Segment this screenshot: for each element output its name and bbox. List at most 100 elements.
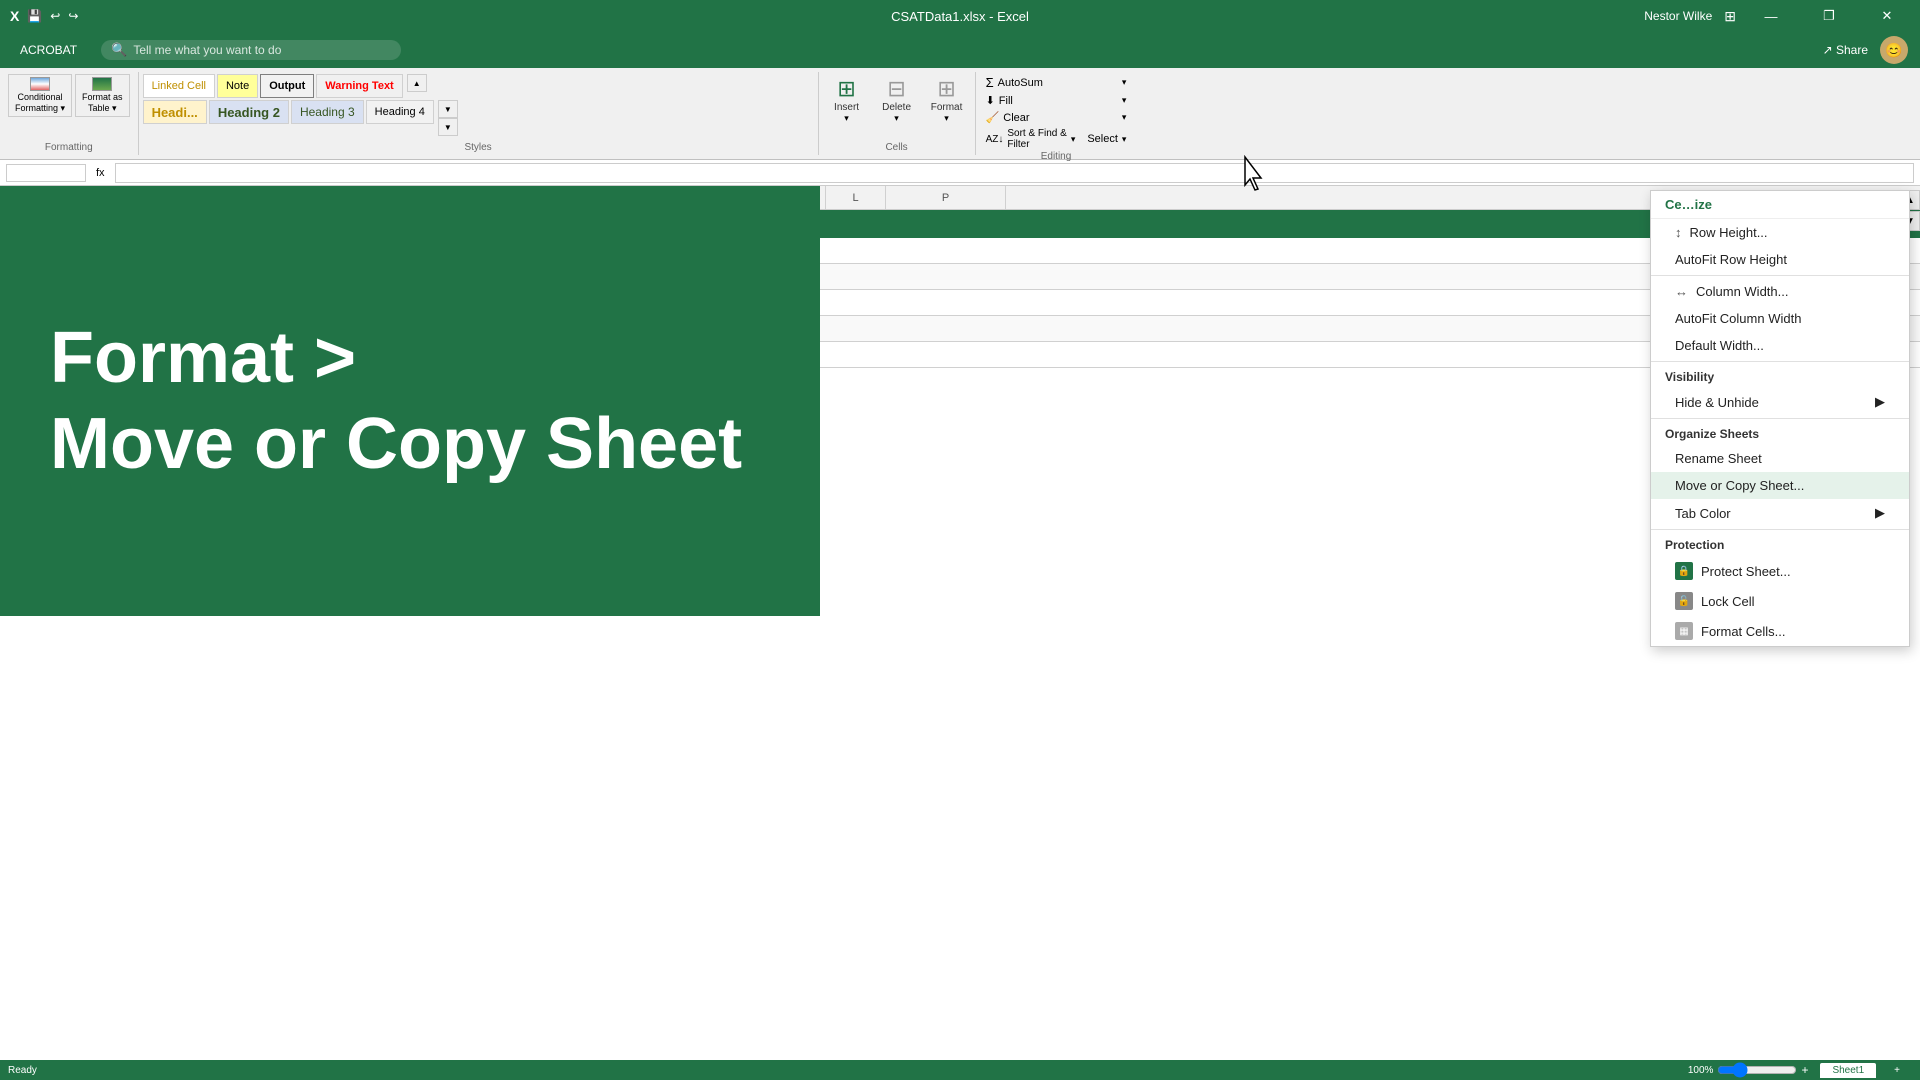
status-bar: Ready 100% + Sheet1 + bbox=[0, 1060, 1920, 1080]
scroll-up-arrow[interactable]: ▲ bbox=[407, 74, 427, 92]
format-button[interactable]: ⊞ Format ▾ bbox=[925, 74, 969, 126]
editing-group: Σ AutoSum ▾ ⬇ Fill ▾ 🧹 Clear ▾ AZ↓ Sort … bbox=[976, 72, 1137, 155]
zoom-slider[interactable] bbox=[1717, 1062, 1797, 1078]
ribbon-display-icon[interactable]: ⊞ bbox=[1724, 8, 1736, 25]
format-dropdown: Ce…ize ↕ Row Height... AutoFit Row Heigh… bbox=[1650, 190, 1910, 647]
zoom-level: 100% bbox=[1688, 1065, 1714, 1076]
conditional-formatting-button[interactable]: Conditional Formatting ▾ bbox=[8, 74, 72, 117]
linked-cell-style[interactable]: Linked Cell bbox=[143, 74, 215, 98]
protection-section: Protection bbox=[1651, 532, 1909, 556]
user-area: Nestor Wilke ⊞ — ❐ ✕ bbox=[1644, 0, 1910, 32]
visibility-section: Visibility bbox=[1651, 364, 1909, 388]
default-width-item[interactable]: Default Width... bbox=[1651, 332, 1909, 359]
delete-button[interactable]: ⊟ Delete ▾ bbox=[875, 74, 919, 126]
title-bar-left: X 💾 ↩ ↪ bbox=[10, 8, 78, 24]
warning-style[interactable]: Warning Text bbox=[316, 74, 402, 98]
title-bar-title: CSATData1.xlsx - Excel bbox=[891, 9, 1029, 24]
note-style[interactable]: Note bbox=[217, 74, 258, 98]
scroll-down-arrow[interactable]: ▼ bbox=[438, 100, 458, 118]
zoom-in-icon[interactable]: + bbox=[1801, 1063, 1808, 1077]
name-box[interactable] bbox=[6, 164, 86, 182]
divider-1 bbox=[1651, 275, 1909, 276]
lock-cell-item[interactable]: 🔓 Lock Cell bbox=[1651, 586, 1909, 616]
col-header-l: L bbox=[826, 186, 886, 209]
search-icon: 🔍 bbox=[111, 42, 127, 58]
tab-color-item[interactable]: Tab Color ▶ bbox=[1651, 499, 1909, 527]
menu-acrobat[interactable]: ACROBAT bbox=[12, 39, 85, 61]
tutorial-line1: Format > bbox=[50, 315, 770, 401]
main-content: Format > Move or Copy Sheet B C D E F G … bbox=[0, 186, 1920, 1060]
search-input[interactable]: Tell me what you want to do bbox=[133, 43, 281, 57]
title-bar: X 💾 ↩ ↪ CSATData1.xlsx - Excel Nestor Wi… bbox=[0, 0, 1920, 32]
format-cells-item[interactable]: ▦ Format Cells... bbox=[1651, 616, 1909, 646]
search-bar: ACROBAT 🔍 Tell me what you want to do ↗ … bbox=[0, 32, 1920, 68]
row-height-item[interactable]: ↕ Row Height... bbox=[1651, 219, 1909, 246]
organize-sheets-section: Organize Sheets bbox=[1651, 421, 1909, 445]
sheet-tabs: Sheet1 + bbox=[1820, 1063, 1912, 1078]
divider-3 bbox=[1651, 418, 1909, 419]
protect-sheet-icon: 🔒 bbox=[1675, 562, 1693, 580]
heading1-style[interactable]: Headi... bbox=[143, 100, 207, 124]
undo-icon[interactable]: ↩ bbox=[50, 9, 60, 23]
rename-sheet-item[interactable]: Rename Sheet bbox=[1651, 445, 1909, 472]
editing-group-label: Editing bbox=[982, 151, 1131, 162]
close-button[interactable]: ✕ bbox=[1864, 0, 1910, 32]
format-cells-icon: ▦ bbox=[1675, 622, 1693, 640]
ready-status: Ready bbox=[8, 1065, 37, 1076]
add-sheet-button[interactable]: + bbox=[1882, 1063, 1912, 1078]
scroll-more-arrow[interactable]: ▼ bbox=[438, 118, 458, 136]
col-header-p: P bbox=[886, 186, 1006, 209]
formatting-group: Conditional Formatting ▾ Format as Table… bbox=[0, 72, 139, 155]
formula-function-icon[interactable]: fx bbox=[92, 167, 109, 179]
autosum-button[interactable]: Σ AutoSum ▾ bbox=[982, 74, 1131, 91]
cells-buttons: ⊞ Insert ▾ ⊟ Delete ▾ ⊞ Format ▾ bbox=[825, 74, 969, 126]
autofit-column-width-item[interactable]: AutoFit Column Width bbox=[1651, 305, 1909, 332]
divider-4 bbox=[1651, 529, 1909, 530]
restore-button[interactable]: ❐ bbox=[1806, 0, 1852, 32]
redo-icon[interactable]: ↪ bbox=[68, 9, 78, 23]
sheet-tab-active[interactable]: Sheet1 bbox=[1820, 1063, 1876, 1078]
formatting-buttons: Conditional Formatting ▾ Format as Table… bbox=[8, 74, 130, 117]
sort-find-group: AZ↓ Sort & Find &Filter ▾ Select ▾ bbox=[982, 127, 1131, 151]
formula-bar: fx bbox=[0, 160, 1920, 186]
divider-2 bbox=[1651, 361, 1909, 362]
insert-button[interactable]: ⊞ Insert ▾ bbox=[825, 74, 869, 126]
hide-unhide-item[interactable]: Hide & Unhide ▶ bbox=[1651, 388, 1909, 416]
tutorial-line2: Move or Copy Sheet bbox=[50, 401, 770, 487]
styles-scroll-down: ▼ ▼ bbox=[438, 100, 458, 136]
heading3-style[interactable]: Heading 3 bbox=[291, 100, 364, 124]
menu-bar: ACROBAT bbox=[12, 39, 85, 61]
styles-group-label: Styles bbox=[143, 142, 814, 153]
minimize-button[interactable]: — bbox=[1748, 0, 1794, 32]
user-name: Nestor Wilke bbox=[1644, 9, 1712, 23]
heading4-style[interactable]: Heading 4 bbox=[366, 100, 434, 124]
search-wrapper[interactable]: 🔍 Tell me what you want to do bbox=[101, 40, 401, 60]
format-as-table-button[interactable]: Format as Table ▾ bbox=[75, 74, 130, 117]
formatting-group-label: Formatting bbox=[8, 142, 130, 153]
protect-sheet-item[interactable]: 🔒 Protect Sheet... bbox=[1651, 556, 1909, 586]
zoom-controls: 100% + bbox=[1688, 1062, 1809, 1078]
select-button[interactable]: Select ▾ bbox=[1083, 127, 1130, 151]
styles-row-1: Linked Cell Note Output Warning Text ▲ bbox=[143, 74, 814, 98]
column-width-item[interactable]: ↔ Column Width... bbox=[1651, 278, 1909, 305]
lock-cell-icon: 🔓 bbox=[1675, 592, 1693, 610]
dropdown-header: Ce…ize bbox=[1651, 191, 1909, 219]
share-icon[interactable]: ↗ Share bbox=[1823, 43, 1868, 57]
output-style[interactable]: Output bbox=[260, 74, 314, 98]
styles-scroll-up[interactable]: ▲ bbox=[407, 74, 427, 98]
sort-filter-button[interactable]: AZ↓ Sort & Find &Filter ▾ bbox=[982, 127, 1080, 151]
tutorial-overlay: Format > Move or Copy Sheet bbox=[0, 186, 820, 616]
cells-group: ⊞ Insert ▾ ⊟ Delete ▾ ⊞ Format ▾ Cells bbox=[819, 72, 976, 155]
move-copy-sheet-item[interactable]: Move or Copy Sheet... bbox=[1651, 472, 1909, 499]
quick-save-icon[interactable]: 💾 bbox=[27, 9, 42, 23]
styles-row-2: Headi... Heading 2 Heading 3 Heading 4 ▼… bbox=[143, 100, 814, 136]
clear-button[interactable]: 🧹 Clear ▾ bbox=[982, 110, 1131, 125]
fill-button[interactable]: ⬇ Fill ▾ bbox=[982, 93, 1131, 108]
user-avatar[interactable]: 😊 bbox=[1880, 36, 1908, 64]
excel-logo-icon: X bbox=[10, 8, 19, 24]
formula-input[interactable] bbox=[115, 163, 1914, 183]
autofit-row-height-item[interactable]: AutoFit Row Height bbox=[1651, 246, 1909, 273]
heading2-style[interactable]: Heading 2 bbox=[209, 100, 289, 124]
editing-buttons: Σ AutoSum ▾ ⬇ Fill ▾ 🧹 Clear ▾ bbox=[982, 74, 1131, 125]
styles-group: Linked Cell Note Output Warning Text ▲ H… bbox=[139, 72, 819, 155]
